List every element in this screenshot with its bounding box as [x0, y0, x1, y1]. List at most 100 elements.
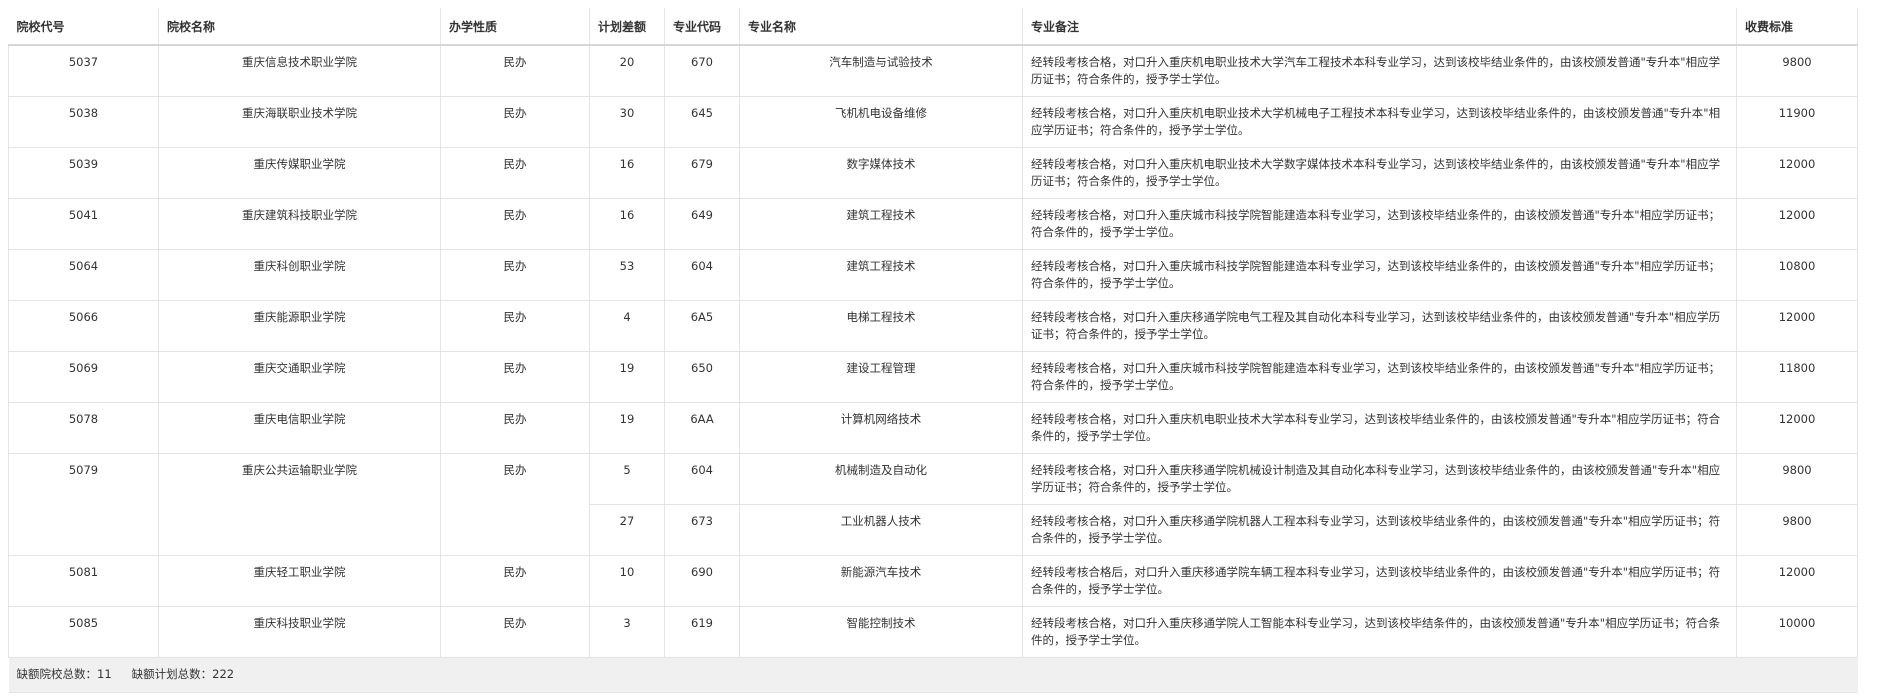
cell-school-type: 民办: [440, 453, 590, 556]
cell-school-type: 民办: [440, 198, 590, 250]
cell-plan-gap: 3: [589, 606, 665, 658]
cell-major-code: 6AA: [664, 402, 740, 454]
cell-fee: 10000: [1736, 606, 1858, 658]
table-row: 5041 重庆建筑科技职业学院 民办 16 649 建筑工程技术 经转段考核合格…: [8, 198, 1858, 250]
cell-school-name: 重庆交通职业学院: [158, 351, 441, 403]
cell-school-code: 5069: [8, 351, 159, 403]
cell-school-code: 5081: [8, 555, 159, 607]
vacancy-table: 院校代号 院校名称 办学性质 计划差额 专业代码 专业名称 专业备注 收费标准 …: [8, 8, 1858, 693]
cell-major-code: 6A5: [664, 300, 740, 352]
table-row: 5069 重庆交通职业学院 民办 19 650 建设工程管理 经转段考核合格，对…: [8, 351, 1858, 403]
cell-major-remark: 经转段考核合格，对口升入重庆移通学院机械设计制造及其自动化本科专业学习，达到该校…: [1022, 453, 1737, 505]
summary-row: 缺额院校总数：11 缺额计划总数：222: [8, 657, 1858, 693]
table-row: 5038 重庆海联职业技术学院 民办 30 645 飞机机电设备维修 经转段考核…: [8, 96, 1858, 148]
cell-fee: 12000: [1736, 198, 1858, 250]
cell-major-remark: 经转段考核合格，对口升入重庆机电职业技术大学汽车工程技术本科专业学习，达到该校毕…: [1022, 45, 1737, 97]
cell-school-name: 重庆科技职业学院: [158, 606, 441, 658]
cell-fee: 11900: [1736, 96, 1858, 148]
cell-school-name: 重庆科创职业学院: [158, 249, 441, 301]
cell-plan-gap: 16: [589, 147, 665, 199]
table-row: 5039 重庆传媒职业学院 民办 16 679 数字媒体技术 经转段考核合格，对…: [8, 147, 1858, 199]
cell-fee: 9800: [1736, 504, 1858, 556]
cell-fee: 9800: [1736, 45, 1858, 97]
cell-major-remark: 经转段考核合格，对口升入重庆移通学院电气工程及其自动化本科专业学习，达到该校毕结…: [1022, 300, 1737, 352]
cell-major-code: 670: [664, 45, 740, 97]
cell-school-code: 5037: [8, 45, 159, 97]
cell-school-type: 民办: [440, 249, 590, 301]
cell-school-type: 民办: [440, 300, 590, 352]
cell-school-type: 民办: [440, 45, 590, 97]
total-schools-count: 11: [97, 667, 112, 681]
cell-fee: 12000: [1736, 300, 1858, 352]
cell-major-name: 电梯工程技术: [739, 300, 1023, 352]
cell-major-remark: 经转段考核合格后，对口升入重庆移通学院车辆工程本科专业学习，达到该校毕结业条件的…: [1022, 555, 1737, 607]
header-fee: 收费标准: [1736, 8, 1858, 46]
cell-school-code: 5041: [8, 198, 159, 250]
total-plan-label: 缺额计划总数：: [131, 667, 213, 681]
header-major-code: 专业代码: [664, 8, 740, 46]
header-school-type: 办学性质: [440, 8, 590, 46]
cell-major-remark: 经转段考核合格，对口升入重庆城市科技学院智能建造本科专业学习，达到该校毕结业条件…: [1022, 198, 1737, 250]
header-school-name: 院校名称: [158, 8, 441, 46]
cell-school-type: 民办: [440, 147, 590, 199]
cell-fee: 9800: [1736, 453, 1858, 505]
cell-major-name: 建筑工程技术: [739, 198, 1023, 250]
cell-school-name: 重庆传媒职业学院: [158, 147, 441, 199]
cell-plan-gap: 4: [589, 300, 665, 352]
header-plan-gap: 计划差额: [589, 8, 665, 46]
cell-school-name: 重庆公共运输职业学院: [158, 453, 441, 556]
enrollment-table-panel: 院校代号 院校名称 办学性质 计划差额 专业代码 专业名称 专业备注 收费标准 …: [8, 8, 1858, 693]
cell-school-name: 重庆电信职业学院: [158, 402, 441, 454]
cell-major-code: 604: [664, 249, 740, 301]
cell-school-code: 5085: [8, 606, 159, 658]
header-school-code: 院校代号: [8, 8, 159, 46]
total-plan-count: 222: [212, 667, 235, 681]
cell-plan-gap: 10: [589, 555, 665, 607]
cell-major-code: 649: [664, 198, 740, 250]
cell-school-name: 重庆轻工职业学院: [158, 555, 441, 607]
cell-major-remark: 经转段考核合格，对口升入重庆移通学院人工智能本科专业学习，达到该校毕结条件的，由…: [1022, 606, 1737, 658]
cell-major-code: 673: [664, 504, 740, 556]
table-row: 5079 重庆公共运输职业学院 民办 5 604 机械制造及自动化 经转段考核合…: [8, 453, 1858, 556]
cell-fee: 12000: [1736, 555, 1858, 607]
cell-major-name: 智能控制技术: [739, 606, 1023, 658]
table-row: 5078 重庆电信职业学院 民办 19 6AA 计算机网络技术 经转段考核合格，…: [8, 402, 1858, 454]
table-row: 5064 重庆科创职业学院 民办 53 604 建筑工程技术 经转段考核合格，对…: [8, 249, 1858, 301]
cell-fee: 10800: [1736, 249, 1858, 301]
cell-major-name: 新能源汽车技术: [739, 555, 1023, 607]
cell-major-name: 计算机网络技术: [739, 402, 1023, 454]
cell-major-remark: 经转段考核合格，对口升入重庆城市科技学院智能建造本科专业学习，达到该校毕结业条件…: [1022, 351, 1737, 403]
table-row: 5037 重庆信息技术职业学院 民办 20 670 汽车制造与试验技术 经转段考…: [8, 45, 1858, 97]
cell-school-type: 民办: [440, 351, 590, 403]
cell-major-remark: 经转段考核合格，对口升入重庆移通学院机器人工程本科专业学习，达到该校毕结业条件的…: [1022, 504, 1737, 556]
header-major-name: 专业名称: [739, 8, 1023, 46]
cell-fee: 12000: [1736, 402, 1858, 454]
cell-major-name: 飞机机电设备维修: [739, 96, 1023, 148]
cell-major-code: 619: [664, 606, 740, 658]
cell-major-code: 679: [664, 147, 740, 199]
total-schools-label: 缺额院校总数：: [16, 667, 98, 681]
cell-school-type: 民办: [440, 96, 590, 148]
cell-plan-gap: 30: [589, 96, 665, 148]
cell-school-code: 5064: [8, 249, 159, 301]
cell-plan-gap: 27: [589, 504, 665, 556]
cell-major-name: 汽车制造与试验技术: [739, 45, 1023, 97]
cell-school-name: 重庆海联职业技术学院: [158, 96, 441, 148]
cell-major-code: 645: [664, 96, 740, 148]
cell-plan-gap: 16: [589, 198, 665, 250]
cell-school-name: 重庆信息技术职业学院: [158, 45, 441, 97]
cell-fee: 11800: [1736, 351, 1858, 403]
cell-fee: 12000: [1736, 147, 1858, 199]
cell-plan-gap: 19: [589, 402, 665, 454]
cell-plan-gap: 20: [589, 45, 665, 97]
cell-major-name: 建筑工程技术: [739, 249, 1023, 301]
cell-major-code: 690: [664, 555, 740, 607]
cell-school-code: 5066: [8, 300, 159, 352]
cell-school-code: 5079: [8, 453, 159, 556]
cell-school-type: 民办: [440, 606, 590, 658]
cell-school-type: 民办: [440, 402, 590, 454]
table-row: 5085 重庆科技职业学院 民办 3 619 智能控制技术 经转段考核合格，对口…: [8, 606, 1858, 658]
cell-major-name: 机械制造及自动化: [739, 453, 1023, 505]
cell-major-name: 数字媒体技术: [739, 147, 1023, 199]
cell-school-type: 民办: [440, 555, 590, 607]
